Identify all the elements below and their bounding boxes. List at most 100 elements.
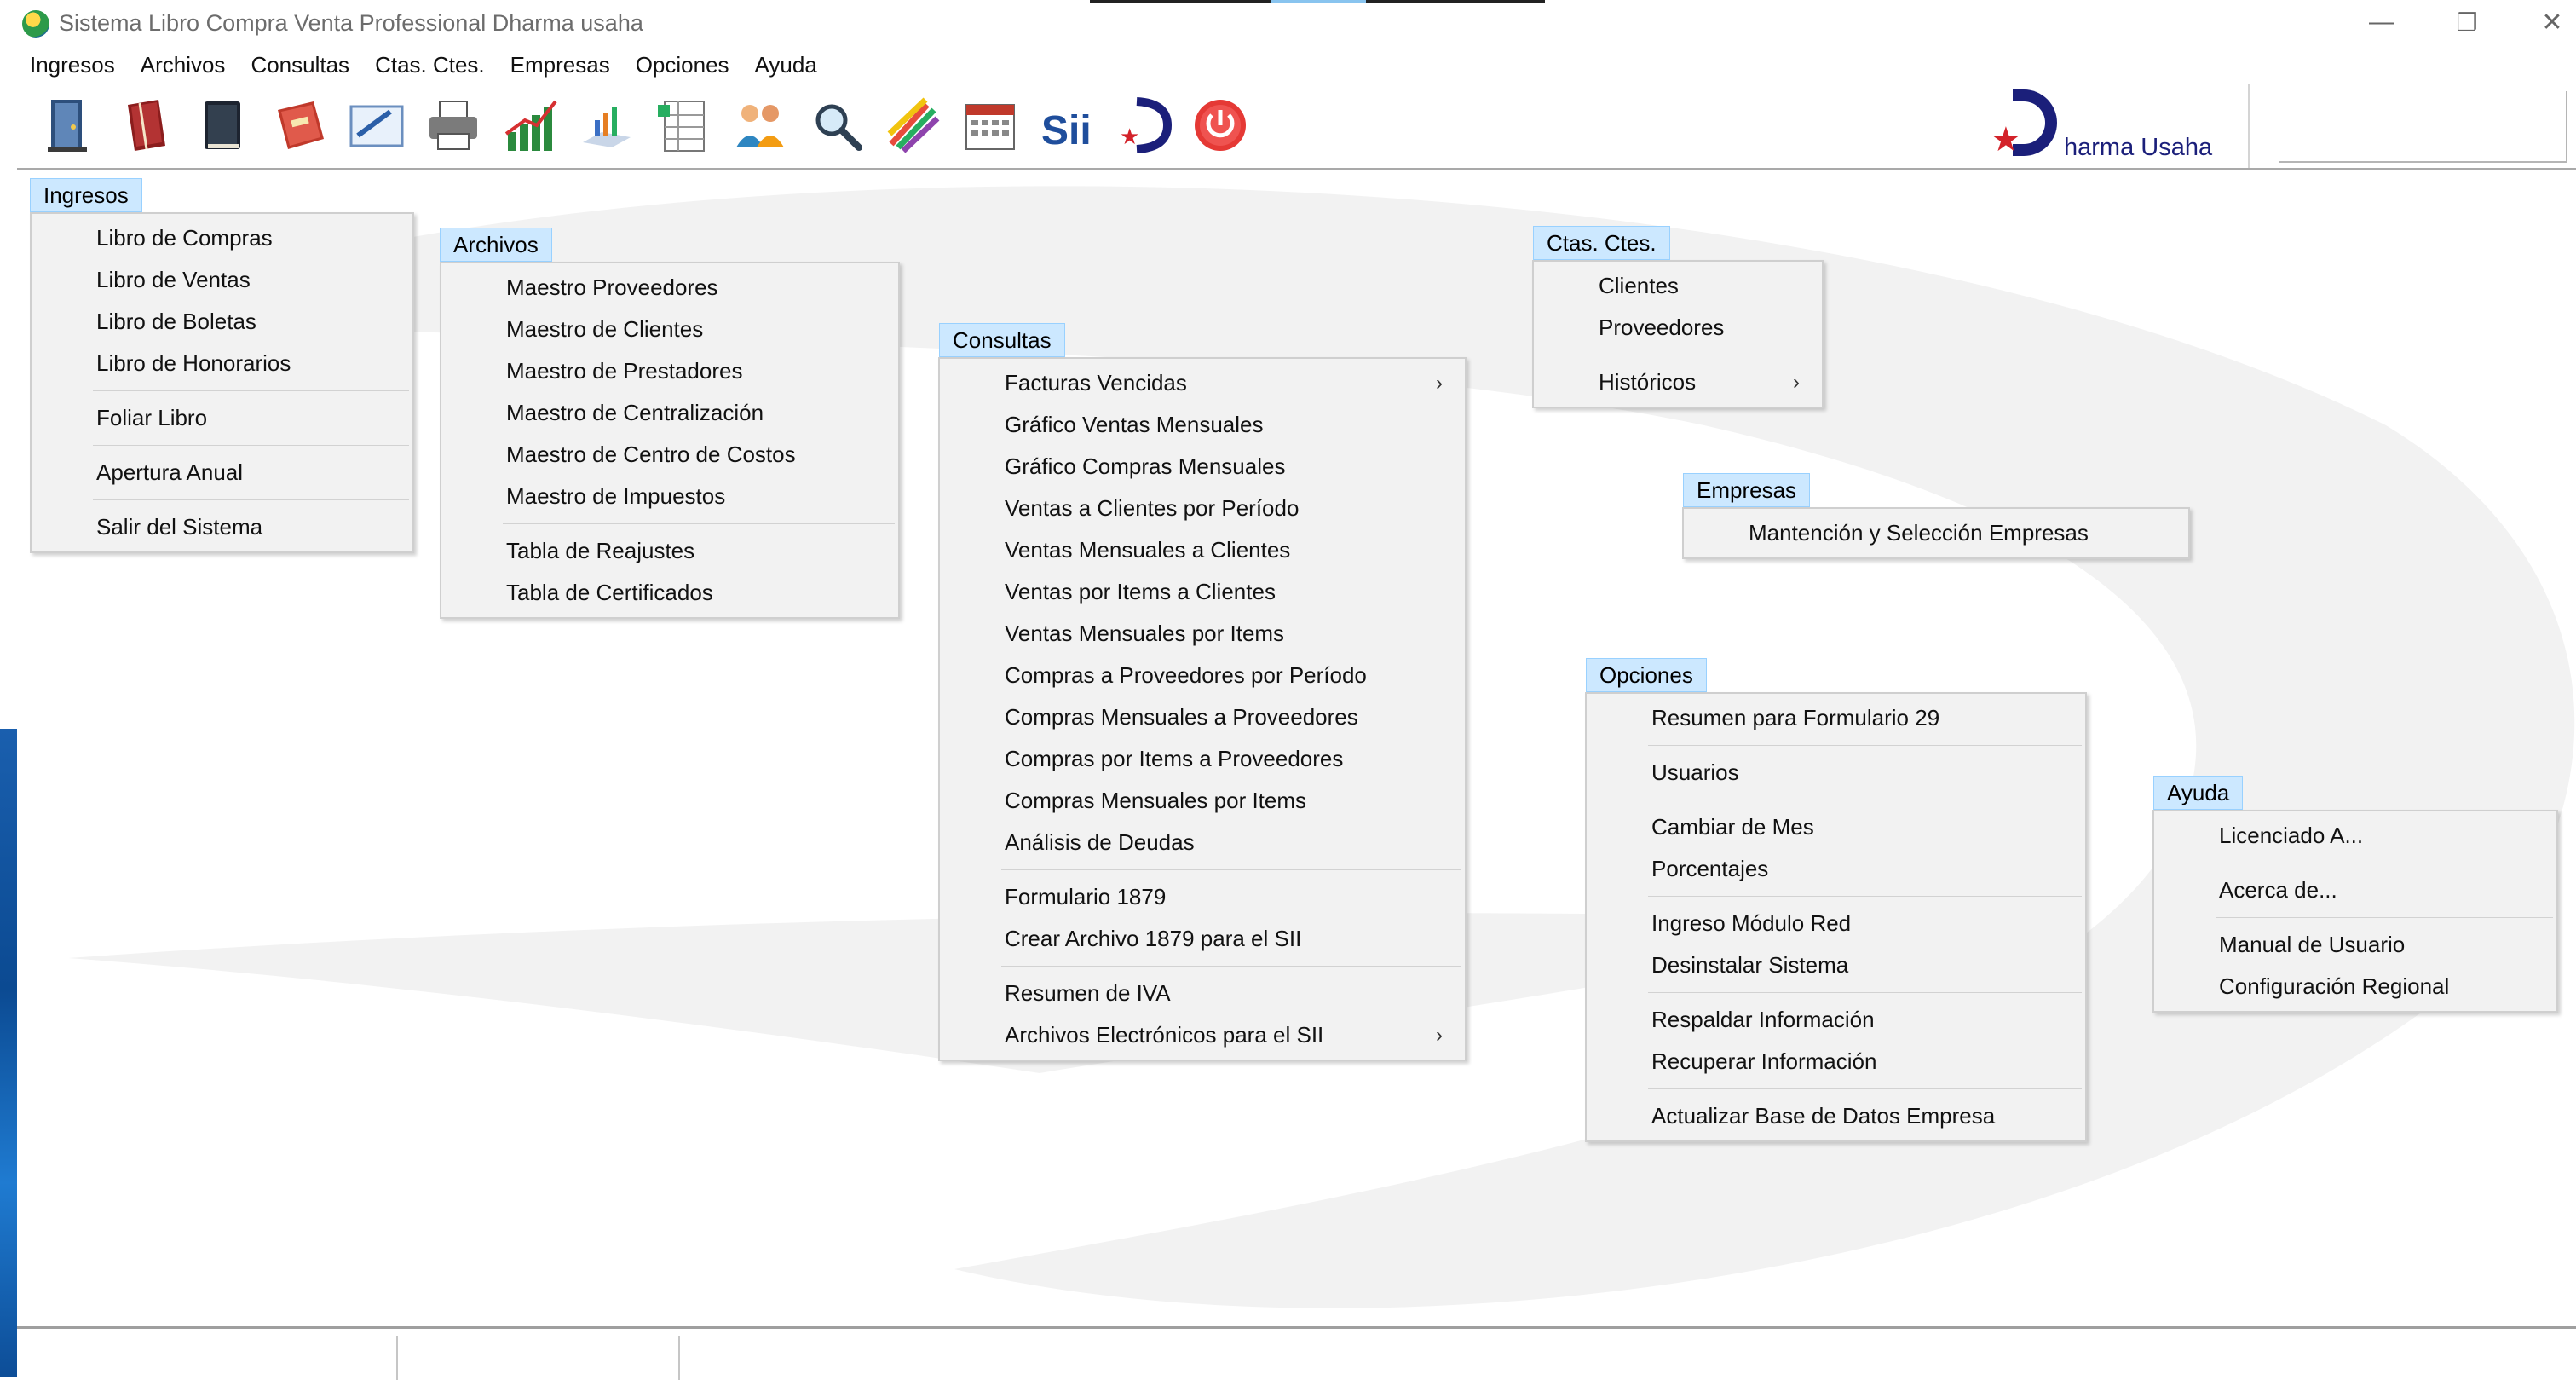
menu-item-archivos-electronicos[interactable]: Archivos Electrónicos para el SII › [940, 1014, 1465, 1056]
menu-item-label: Archivos Electrónicos para el SII [1005, 1022, 1324, 1048]
menu-item-usuarios[interactable]: Usuarios [1587, 752, 2085, 794]
menu-item-tabla-reajustes[interactable]: Tabla de Reajustes [441, 530, 898, 572]
menu-item-compras-mensuales-proveedores[interactable]: Compras Mensuales a Proveedores [940, 696, 1465, 738]
menu-item-ventas-mensuales-clientes[interactable]: Ventas Mensuales a Clientes [940, 529, 1465, 571]
menu-item-resumen-f29[interactable]: Resumen para Formulario 29 [1587, 697, 2085, 739]
menu-separator [1001, 869, 1461, 870]
menu-bar: Ingresos Archivos Consultas Ctas. Ctes. … [17, 48, 830, 84]
dharma-usaha-logo: ★ harma Usaha [1982, 89, 2238, 165]
toolbar-status-field [2279, 91, 2567, 163]
menu-consultas[interactable]: Consultas [238, 48, 362, 84]
menu-ingresos[interactable]: Ingresos [17, 48, 128, 84]
menu-item-porcentajes[interactable]: Porcentajes [1587, 848, 2085, 890]
menu-item-proveedores[interactable]: Proveedores [1534, 307, 1822, 349]
window-title: Sistema Libro Compra Venta Professional … [59, 10, 643, 36]
door-exit-icon[interactable] [39, 95, 101, 156]
menu-item-ventas-clientes-periodo[interactable]: Ventas a Clientes por Período [940, 488, 1465, 529]
menu-item-licenciado[interactable]: Licenciado A... [2154, 815, 2556, 857]
menu-item-maestro-centro-costos[interactable]: Maestro de Centro de Costos [441, 434, 898, 476]
menu-item-apertura-anual[interactable]: Apertura Anual [32, 452, 412, 494]
magnifier-icon[interactable] [806, 95, 867, 156]
ctas-ctes-menu-title[interactable]: Ctas. Ctes. [1533, 226, 1670, 260]
status-bar [17, 1326, 2576, 1380]
menu-item-tabla-certificados[interactable]: Tabla de Certificados [441, 572, 898, 614]
workspace: Ingresos Libro de Compras Libro de Venta… [17, 170, 2576, 1325]
menu-item-maestro-clientes[interactable]: Maestro de Clientes [441, 309, 898, 350]
toolbar: Sii ★ ★ harma Usaha [17, 84, 2576, 170]
menu-item-compras-items-proveedores[interactable]: Compras por Items a Proveedores [940, 738, 1465, 780]
menu-item-desinstalar[interactable]: Desinstalar Sistema [1587, 944, 2085, 986]
menu-item-ingreso-modulo-red[interactable]: Ingreso Módulo Red [1587, 903, 2085, 944]
menu-item-maestro-prestadores[interactable]: Maestro de Prestadores [441, 350, 898, 392]
archivos-menu-title[interactable]: Archivos [440, 228, 552, 262]
consultas-menu-title[interactable]: Consultas [939, 323, 1065, 357]
menu-item-compras-mensuales-items[interactable]: Compras Mensuales por Items [940, 780, 1465, 822]
menu-item-clientes[interactable]: Clientes [1534, 265, 1822, 307]
menu-item-libro-boletas[interactable]: Libro de Boletas [32, 301, 412, 343]
users-group-icon[interactable] [729, 95, 791, 156]
menu-item-maestro-impuestos[interactable]: Maestro de Impuestos [441, 476, 898, 517]
menu-separator [1648, 992, 2082, 993]
menu-opciones[interactable]: Opciones [623, 48, 742, 84]
menu-item-formulario-1879[interactable]: Formulario 1879 [940, 876, 1465, 918]
restore-button[interactable]: ❐ [2426, 0, 2508, 44]
menu-item-mantencion-empresas[interactable]: Mantención y Selección Empresas [1684, 512, 2188, 554]
pencil-form-icon[interactable] [346, 95, 407, 156]
close-button[interactable]: ✕ [2511, 0, 2576, 44]
minimize-button[interactable]: — [2341, 0, 2423, 44]
printer-icon[interactable] [423, 95, 484, 156]
ayuda-menu-title[interactable]: Ayuda [2153, 776, 2244, 810]
power-off-icon[interactable] [1190, 95, 1251, 156]
menu-item-actualizar-bd[interactable]: Actualizar Base de Datos Empresa [1587, 1095, 2085, 1137]
menu-archivos[interactable]: Archivos [128, 48, 239, 84]
bar-chart-icon[interactable] [499, 95, 561, 156]
red-book-icon[interactable] [116, 95, 177, 156]
menu-item-libro-compras[interactable]: Libro de Compras [32, 217, 412, 259]
empresas-menu-title[interactable]: Empresas [1683, 473, 1811, 507]
svg-text:Sii: Sii [1041, 108, 1092, 153]
menu-item-respaldar[interactable]: Respaldar Información [1587, 999, 2085, 1041]
menu-item-analisis-deudas[interactable]: Análisis de Deudas [940, 822, 1465, 863]
menu-item-crear-archivo-1879[interactable]: Crear Archivo 1879 para el SII [940, 918, 1465, 960]
menu-item-historicos[interactable]: Históricos › [1534, 361, 1822, 403]
menu-item-grafico-ventas[interactable]: Gráfico Ventas Mensuales [940, 404, 1465, 446]
svg-text:★: ★ [1120, 124, 1139, 150]
calendar-icon[interactable] [960, 95, 1021, 156]
app-logo-icon [22, 10, 49, 38]
black-book-icon[interactable] [193, 95, 254, 156]
menu-item-acerca-de[interactable]: Acerca de... [2154, 869, 2556, 911]
menu-item-grafico-compras[interactable]: Gráfico Compras Mensuales [940, 446, 1465, 488]
menu-item-maestro-centralizacion[interactable]: Maestro de Centralización [441, 392, 898, 434]
menu-item-ventas-items-clientes[interactable]: Ventas por Items a Clientes [940, 571, 1465, 613]
menu-item-cambiar-mes[interactable]: Cambiar de Mes [1587, 806, 2085, 848]
red-ledger-icon[interactable] [269, 95, 331, 156]
menu-empresas[interactable]: Empresas [498, 48, 623, 84]
title-bar: Sistema Libro Compra Venta Professional … [17, 0, 2576, 48]
menu-ctas-ctes[interactable]: Ctas. Ctes. [362, 48, 498, 84]
menu-ayuda[interactable]: Ayuda [742, 48, 830, 84]
sii-logo-icon[interactable]: Sii [1036, 95, 1098, 156]
line-chart-icon[interactable] [576, 95, 637, 156]
submenu-arrow-icon: › [1793, 371, 1800, 394]
menu-separator [1648, 745, 2082, 746]
menu-item-ventas-mensuales-items[interactable]: Ventas Mensuales por Items [940, 613, 1465, 655]
consultas-menu: Facturas Vencidas › Gráfico Ventas Mensua… [938, 357, 1467, 1061]
menu-item-libro-ventas[interactable]: Libro de Ventas [32, 259, 412, 301]
menu-item-recuperar[interactable]: Recuperar Información [1587, 1041, 2085, 1083]
menu-separator [93, 445, 409, 446]
colored-pencils-icon[interactable] [883, 95, 944, 156]
menu-item-facturas-vencidas[interactable]: Facturas Vencidas › [940, 362, 1465, 404]
menu-item-configuracion-regional[interactable]: Configuración Regional [2154, 966, 2556, 1008]
opciones-menu-title[interactable]: Opciones [1586, 658, 1707, 692]
menu-item-maestro-proveedores[interactable]: Maestro Proveedores [441, 267, 898, 309]
menu-item-label: Históricos [1599, 369, 1697, 395]
ingresos-menu-title[interactable]: Ingresos [30, 178, 142, 212]
dharma-d-icon[interactable]: ★ [1113, 95, 1174, 156]
menu-item-salir-sistema[interactable]: Salir del Sistema [32, 506, 412, 548]
menu-item-resumen-iva[interactable]: Resumen de IVA [940, 973, 1465, 1014]
menu-item-manual-usuario[interactable]: Manual de Usuario [2154, 924, 2556, 966]
spreadsheet-icon[interactable] [653, 95, 714, 156]
menu-item-foliar-libro[interactable]: Foliar Libro [32, 397, 412, 439]
menu-item-libro-honorarios[interactable]: Libro de Honorarios [32, 343, 412, 384]
menu-item-compras-proveedores-periodo[interactable]: Compras a Proveedores por Período [940, 655, 1465, 696]
